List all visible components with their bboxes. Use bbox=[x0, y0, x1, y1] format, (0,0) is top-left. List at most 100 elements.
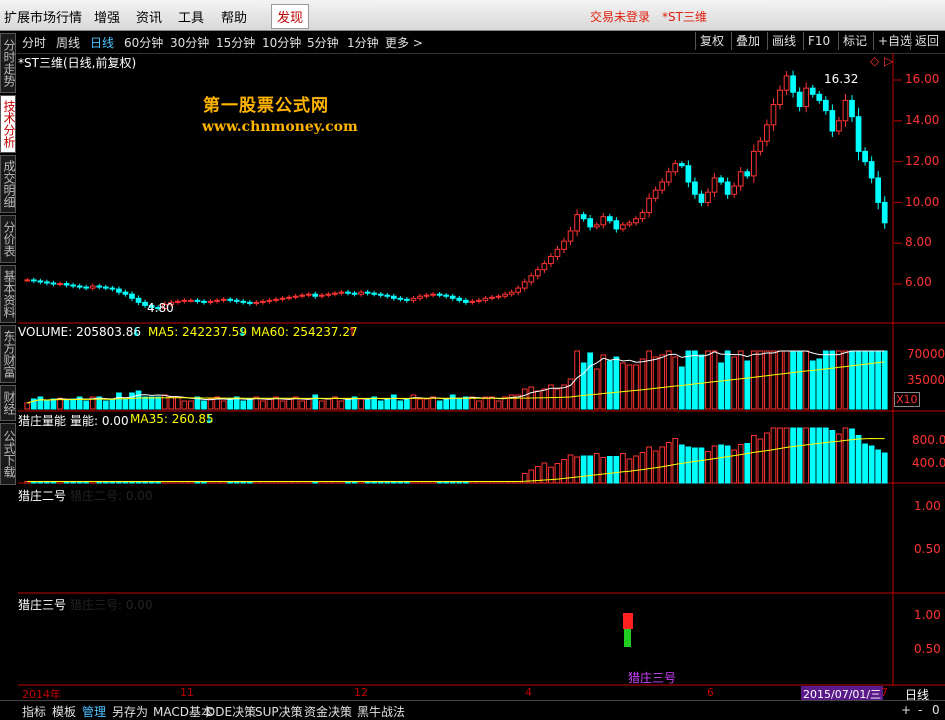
volume-bar bbox=[541, 388, 548, 410]
liecang-bar bbox=[685, 446, 692, 484]
tab-black-bull[interactable]: 黑牛战法 bbox=[357, 703, 405, 720]
date-axis: 2014年 11 12 4 6 2015/07/01/三 7 日线 bbox=[18, 686, 945, 702]
liecang-bar bbox=[718, 444, 724, 484]
tab-indicators[interactable]: 指标 bbox=[22, 703, 46, 720]
candle-body bbox=[881, 201, 888, 224]
side-tab-basic-info[interactable]: 基本资料 bbox=[0, 265, 16, 323]
candle-body bbox=[246, 301, 253, 304]
candle-body bbox=[724, 181, 731, 195]
tab-sup[interactable]: SUP决策 bbox=[255, 703, 303, 720]
overlay-button[interactable]: 叠加 bbox=[731, 32, 764, 50]
tab-fund[interactable]: 资金决策 bbox=[304, 703, 352, 720]
menu-discover[interactable]: 发现 bbox=[271, 4, 310, 29]
volume-bar bbox=[174, 396, 181, 410]
menu-tools[interactable]: 工具 bbox=[178, 7, 204, 26]
candle-body bbox=[659, 181, 666, 191]
tab-templates[interactable]: 模板 bbox=[52, 703, 76, 720]
volume-bar bbox=[737, 350, 744, 410]
liecang-bar bbox=[561, 459, 567, 484]
candle-body bbox=[606, 216, 613, 222]
menu-help[interactable]: 帮助 bbox=[221, 7, 247, 26]
period-10min[interactable]: 10分钟 bbox=[262, 34, 301, 51]
volume-bar bbox=[338, 400, 345, 410]
zoom-out-button[interactable]: - bbox=[918, 703, 922, 717]
period-day[interactable]: 日线 bbox=[90, 34, 114, 51]
period-minute[interactable]: 分时 bbox=[22, 34, 46, 51]
volume-bar bbox=[639, 358, 646, 410]
volume-bar bbox=[476, 400, 482, 410]
mark-button[interactable]: 标记 bbox=[838, 32, 871, 50]
candle-body bbox=[822, 99, 829, 112]
draw-line-button[interactable]: 画线 bbox=[767, 32, 800, 50]
menu-extended-market[interactable]: 扩展市场行情 bbox=[4, 7, 82, 26]
candle-body bbox=[240, 300, 247, 303]
side-tab-intraday[interactable]: 分时走势 bbox=[0, 33, 16, 93]
candle-body bbox=[44, 281, 50, 284]
volume-bar bbox=[188, 400, 194, 410]
period-15min[interactable]: 15分钟 bbox=[216, 34, 255, 51]
volume-bar bbox=[534, 390, 541, 410]
volume-bar bbox=[443, 398, 450, 410]
side-tab-eastmoney[interactable]: 东方财富 bbox=[0, 325, 16, 383]
volume-bar bbox=[246, 398, 253, 410]
candle-body bbox=[102, 286, 109, 289]
period-5min[interactable]: 5分钟 bbox=[307, 34, 339, 51]
side-tab-formula-download[interactable]: 公式下载 bbox=[0, 423, 16, 485]
volume-bar bbox=[868, 350, 875, 410]
high-price-annotation: 16.32 bbox=[824, 72, 859, 86]
tab-manage[interactable]: 管理 bbox=[82, 703, 106, 720]
period-1min[interactable]: 1分钟 bbox=[347, 34, 379, 51]
diamond-icon[interactable]: ◇ bbox=[870, 54, 879, 68]
period-60min[interactable]: 60分钟 bbox=[124, 34, 163, 51]
side-tab-finance[interactable]: 财经 bbox=[0, 385, 16, 421]
kline-chart-area[interactable]: *ST三维(日线,前复权) 第一股票公式网 www.chnmoney.com 1… bbox=[18, 53, 945, 686]
volume-bar bbox=[390, 394, 397, 410]
volume-bar bbox=[554, 388, 561, 410]
candle-body bbox=[574, 214, 580, 232]
candle-body bbox=[286, 296, 292, 299]
liecang-bar bbox=[770, 427, 777, 484]
liecang-bar bbox=[698, 447, 705, 484]
liecang-bar bbox=[600, 457, 607, 484]
tab-save-as[interactable]: 另存为 bbox=[112, 703, 148, 720]
volume-bar bbox=[803, 350, 810, 410]
candle-body bbox=[332, 292, 338, 295]
liecang-bar bbox=[659, 446, 666, 484]
f10-button[interactable]: F10 bbox=[803, 32, 834, 50]
liecang-bar bbox=[665, 442, 672, 484]
volume-bar bbox=[135, 390, 142, 410]
volume-label: VOLUME: 205803.86 bbox=[18, 325, 141, 339]
chart-canvas[interactable] bbox=[18, 53, 945, 686]
side-tab-technical[interactable]: 技术分析 bbox=[0, 95, 16, 153]
adjust-button[interactable]: 复权 bbox=[695, 32, 728, 50]
zoom-in-button[interactable]: + bbox=[901, 703, 911, 717]
tab-macd-basic[interactable]: MACD基本 bbox=[153, 703, 213, 720]
volume-bar bbox=[620, 362, 626, 410]
period-more[interactable]: 更多 > bbox=[385, 34, 423, 51]
side-tab-trades[interactable]: 成交明细 bbox=[0, 155, 16, 213]
menu-enhance[interactable]: 增强 bbox=[94, 7, 120, 26]
liecang-bar bbox=[593, 453, 600, 484]
zoom-reset-button[interactable]: 0 bbox=[932, 703, 940, 717]
volume-bar bbox=[410, 394, 417, 410]
price-axis-8: 8.00 bbox=[905, 235, 932, 249]
period-week[interactable]: 周线 bbox=[56, 34, 80, 51]
triangle-icon[interactable]: ▷ bbox=[884, 54, 893, 68]
watermark-url: www.chnmoney.com bbox=[202, 119, 358, 135]
price-axis-10: 10.00 bbox=[905, 195, 940, 209]
volume-bar bbox=[822, 350, 829, 410]
liecang-axis-400: 400.0 bbox=[912, 456, 945, 470]
volume-bar bbox=[711, 350, 718, 410]
candle-body bbox=[855, 116, 862, 152]
candle-body bbox=[181, 299, 188, 302]
candle-body bbox=[220, 298, 227, 301]
volume-bar bbox=[449, 394, 456, 410]
candle-body bbox=[318, 294, 325, 297]
side-tab-price-table[interactable]: 分价表 bbox=[0, 215, 16, 263]
menu-news[interactable]: 资讯 bbox=[136, 7, 162, 26]
back-button[interactable]: 返回 bbox=[910, 32, 943, 50]
period-30min[interactable]: 30分钟 bbox=[170, 34, 209, 51]
tab-dde[interactable]: DDE决策 bbox=[206, 703, 256, 720]
candle-body bbox=[750, 150, 757, 177]
login-status[interactable]: 交易未登录 bbox=[590, 8, 650, 25]
